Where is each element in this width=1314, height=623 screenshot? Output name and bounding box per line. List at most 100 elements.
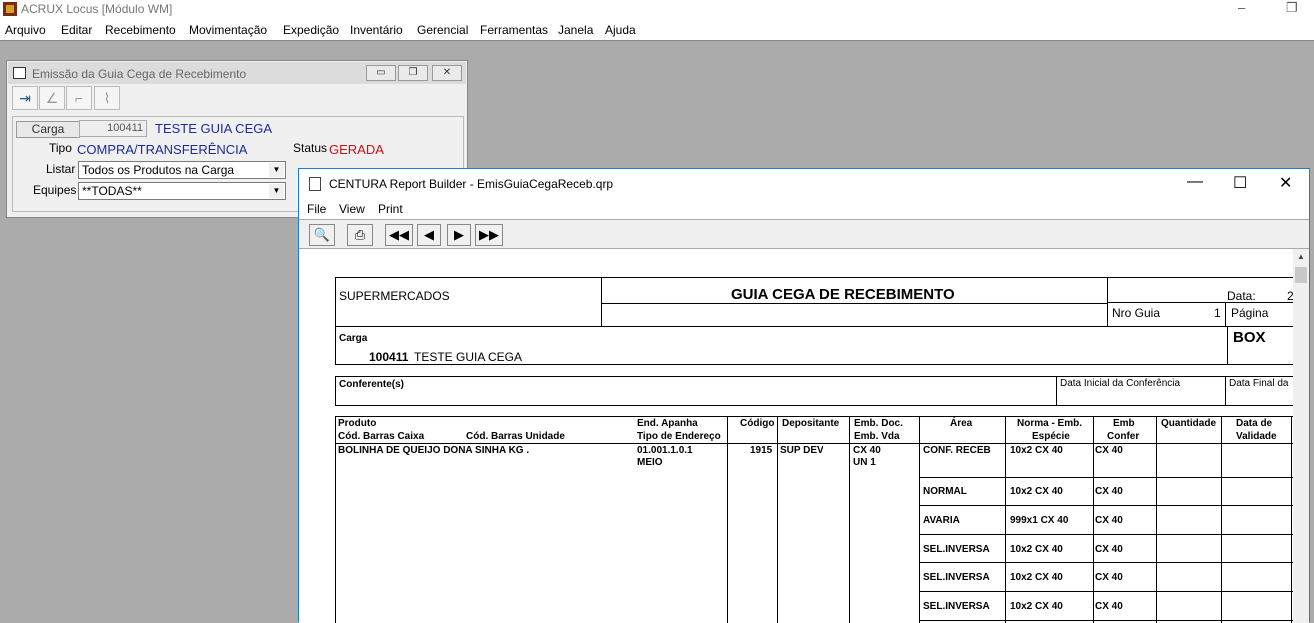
nro-guia-label: Nro Guia xyxy=(1112,306,1161,320)
minimize-icon[interactable]: ‒ xyxy=(1238,0,1245,15)
col-validade: Validade xyxy=(1236,431,1277,442)
scroll-thumb[interactable] xyxy=(1295,267,1307,283)
scroll-up-icon[interactable]: ▲ xyxy=(1293,249,1309,265)
row-area: SEL.INVERSA xyxy=(923,572,990,583)
maximize-button[interactable]: ☐ xyxy=(1233,173,1247,193)
equipes-label: Equipes xyxy=(33,183,77,197)
listar-label: Listar xyxy=(46,162,76,176)
equipes-value: **TODAS** xyxy=(82,184,142,198)
nro-guia-value: 1 xyxy=(1214,306,1221,320)
equipes-select[interactable]: **TODAS** ▼ xyxy=(78,182,286,200)
box-label: BOX xyxy=(1233,329,1266,346)
menu-recebimento[interactable]: Recebimento xyxy=(105,23,176,37)
app-title-bar: ACRUX Locus [Módulo WM] ‒ ❐ xyxy=(0,0,1314,20)
item-tipo-endereco: MEIO xyxy=(637,457,663,468)
previous-page-icon[interactable]: ◀ xyxy=(417,224,441,246)
item-produto: BOLINHA DE QUEIJO DONA SINHA KG . xyxy=(338,445,530,456)
tipo-label: Tipo xyxy=(49,141,72,155)
menu-janela[interactable]: Janela xyxy=(558,23,593,37)
item-depositante: SUP DEV xyxy=(780,445,823,456)
col-norma-emb: Norma - Emb. xyxy=(1017,418,1083,429)
report-page: SUPERMERCADOS GUIA CEGA DE RECEBIMENTO D… xyxy=(299,249,1293,623)
row-emb-confer: CX 40 xyxy=(1095,601,1123,612)
row-norma: 999x1 CX 40 xyxy=(1010,515,1069,526)
row-emb-confer: CX 40 xyxy=(1095,445,1123,456)
menu-inventario[interactable]: Inventário xyxy=(350,23,403,37)
dialog-title: Emissão da Guia Cega de Recebimento xyxy=(32,67,247,81)
col-cod-barras-unidade: Cód. Barras Unidade xyxy=(466,431,565,442)
dialog-title-bar: Emissão da Guia Cega de Recebimento ▭ ❐ … xyxy=(8,62,466,84)
menu-expedicao[interactable]: Expedição xyxy=(283,23,339,37)
menu-print[interactable]: Print xyxy=(378,202,403,216)
maximize-button[interactable]: ❐ xyxy=(398,65,428,81)
row-norma: 10x2 CX 40 xyxy=(1010,601,1063,612)
col-cod-barras-caixa: Cód. Barras Caixa xyxy=(338,431,425,442)
last-page-icon[interactable]: ▶▶ xyxy=(475,224,503,246)
col-quantidade: Quantidade xyxy=(1161,418,1217,429)
row-norma: 10x2 CX 40 xyxy=(1010,486,1063,497)
menu-ajuda[interactable]: Ajuda xyxy=(605,23,636,37)
report-title: GUIA CEGA DE RECEBIMENTO xyxy=(731,286,955,303)
carga-button[interactable]: Carga xyxy=(16,121,80,138)
menu-movimentacao[interactable]: Movimentação xyxy=(189,23,267,37)
menu-editar[interactable]: Editar xyxy=(61,23,92,37)
col-especie: Espécie xyxy=(1032,431,1070,442)
close-button[interactable]: ✕ xyxy=(432,65,462,81)
col-area: Área xyxy=(950,418,973,429)
carga-number-field[interactable]: 100411 xyxy=(79,120,147,137)
data-inicial-label: Data Inicial da Conferência xyxy=(1060,378,1181,389)
col-confer: Confer xyxy=(1107,431,1140,442)
exit-icon[interactable]: ⇥ xyxy=(12,86,38,110)
col-codigo: Código xyxy=(740,418,775,429)
row-area: CONF. RECEB xyxy=(923,445,991,456)
minimize-button[interactable]: ▭ xyxy=(366,65,396,81)
menu-gerencial[interactable]: Gerencial xyxy=(417,23,468,37)
close-button[interactable]: ✕ xyxy=(1279,173,1292,193)
col-produto: Produto xyxy=(338,418,377,429)
company-name: SUPERMERCADOS xyxy=(339,289,450,303)
carga-number: 100411 xyxy=(369,350,409,364)
row-emb-confer: CX 40 xyxy=(1095,486,1123,497)
menu-arquivo[interactable]: Arquivo xyxy=(5,23,46,37)
item-emb-doc: CX 40 xyxy=(853,445,881,456)
chevron-down-icon: ▼ xyxy=(269,184,284,198)
conferente-label: Conferente(s) xyxy=(339,379,405,390)
row-area: SEL.INVERSA xyxy=(923,601,990,612)
carga-label: Carga xyxy=(339,333,368,344)
print-icon[interactable]: ⎙ xyxy=(347,224,373,246)
listar-select[interactable]: Todos os Produtos na Carga ▼ xyxy=(78,161,286,179)
menu-view[interactable]: View xyxy=(339,202,365,216)
col-end-apanha: End. Apanha xyxy=(637,418,698,429)
carga-name-printed: TESTE GUIA CEGA xyxy=(414,350,523,364)
row-emb-confer: CX 40 xyxy=(1095,515,1123,526)
item-end-apanha: 01.001.1.0.1 xyxy=(637,445,693,456)
row-emb-confer: CX 40 xyxy=(1095,572,1123,583)
row-norma: 10x2 CX 40 xyxy=(1010,445,1063,456)
col-emb: Emb xyxy=(1113,418,1135,429)
data-final-label: Data Final da xyxy=(1229,378,1289,389)
next-page-icon[interactable]: ▶ xyxy=(447,224,471,246)
restore-icon[interactable]: ❐ xyxy=(1286,0,1298,16)
preview-icon[interactable]: 🔍 xyxy=(309,224,335,246)
report-window-title: CENTURA Report Builder - EmisGuiaCegaRec… xyxy=(329,177,614,191)
minimize-button[interactable]: — xyxy=(1187,173,1203,191)
row-emb-confer: CX 40 xyxy=(1095,544,1123,555)
first-page-icon[interactable]: ◀◀ xyxy=(385,224,413,246)
menu-file[interactable]: File xyxy=(307,202,326,216)
row-area: NORMAL xyxy=(923,486,967,497)
edit-icon[interactable]: ∠ xyxy=(39,86,65,110)
row-norma: 10x2 CX 40 xyxy=(1010,544,1063,555)
status-value: GERADA xyxy=(329,142,384,157)
vertical-scrollbar[interactable]: ▲ xyxy=(1293,249,1309,623)
row-norma: 10x2 CX 40 xyxy=(1010,572,1063,583)
listar-value: Todos os Produtos na Carga xyxy=(82,163,235,177)
window-icon xyxy=(13,67,26,79)
item-codigo: 1915 xyxy=(750,445,773,456)
chevron-down-icon: ▼ xyxy=(269,163,284,177)
dialog-toolbar: ⇥ ∠ ⌐ ⌇ xyxy=(8,84,466,112)
row-area: AVARIA xyxy=(923,515,960,526)
curve-icon[interactable]: ⌐ xyxy=(66,86,92,110)
menu-ferramentas[interactable]: Ferramentas xyxy=(480,23,548,37)
wave-icon[interactable]: ⌇ xyxy=(94,86,120,110)
app-menu-bar: Arquivo Editar Recebimento Movimentação … xyxy=(0,20,1314,41)
